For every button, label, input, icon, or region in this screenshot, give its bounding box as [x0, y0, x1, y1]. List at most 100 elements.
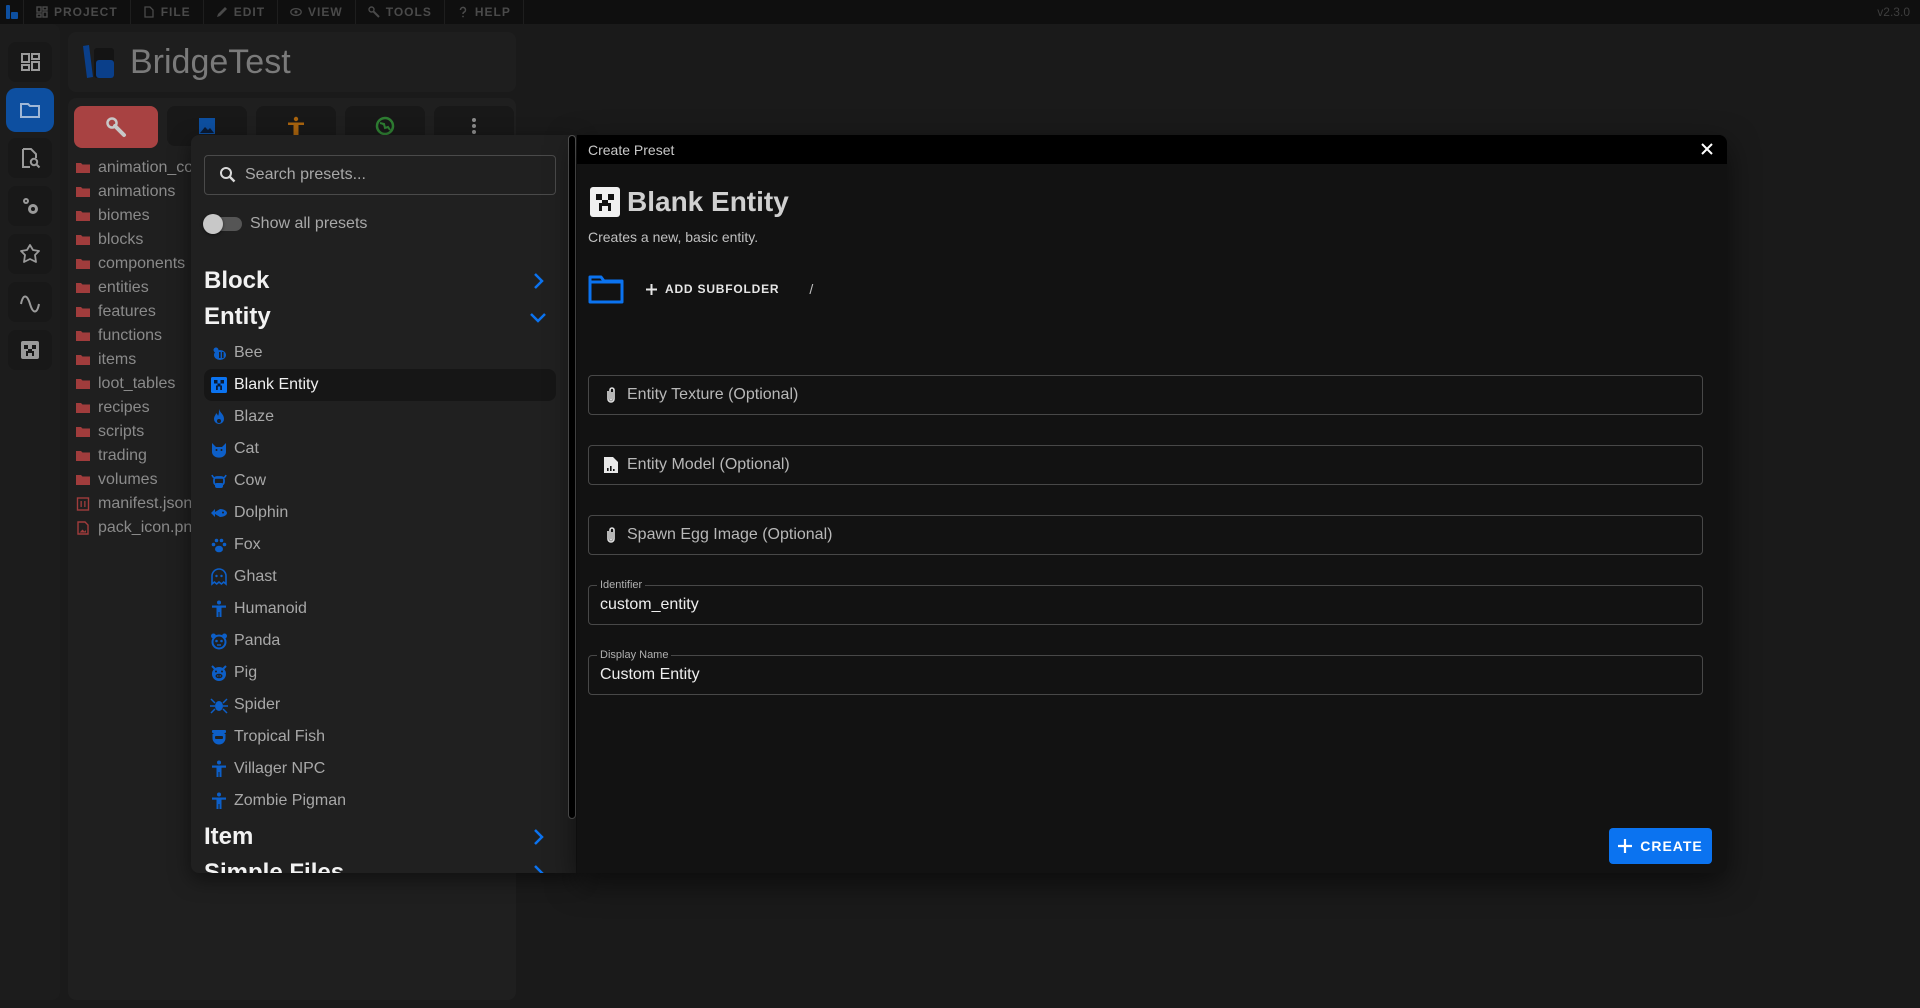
question-icon — [459, 6, 467, 18]
category-label: Entity — [204, 303, 271, 330]
spawn-egg-image-input[interactable]: Spawn Egg Image (Optional) — [588, 515, 1703, 555]
preset-list-scrollbar[interactable] — [568, 135, 576, 819]
close-button[interactable] — [1699, 141, 1715, 157]
preset-item[interactable]: Humanoid — [204, 593, 556, 625]
preset-item[interactable]: Pig — [204, 657, 556, 689]
category-label: Block — [204, 267, 270, 294]
search-presets-input[interactable] — [245, 166, 545, 184]
fishbowl-icon — [212, 730, 226, 745]
preset-item-label: Blank Entity — [234, 376, 319, 393]
preset-item-label: Cat — [234, 440, 259, 457]
preset-item[interactable]: Spider — [204, 689, 556, 721]
display-name-field: Display Name — [588, 649, 1703, 695]
sidebar-item-minecraft[interactable] — [8, 330, 52, 370]
folder-icon — [76, 283, 90, 293]
search-box[interactable] — [204, 155, 556, 195]
preset-item-label: Panda — [234, 632, 281, 649]
identifier-field: Identifier — [588, 579, 1703, 625]
menu-tools[interactable]: TOOLS — [356, 0, 445, 24]
add-subfolder-button[interactable]: ADD SUBFOLDER — [646, 282, 779, 296]
category-block[interactable]: Block — [204, 263, 556, 299]
preset-item-label: Blaze — [234, 408, 275, 425]
file-name: volumes — [98, 471, 158, 488]
preset-item[interactable]: Cat — [204, 433, 556, 465]
file-name: recipes — [98, 399, 150, 416]
creeper-icon — [211, 377, 227, 393]
preset-item[interactable]: Panda — [204, 625, 556, 657]
menu-edit-label: EDIT — [233, 5, 266, 19]
file-name: features — [98, 303, 156, 320]
humanoid-icon — [288, 116, 304, 135]
display-name-label: Display Name — [597, 649, 672, 661]
folder-icon — [76, 235, 90, 245]
project-header[interactable]: BridgeTest — [68, 32, 516, 92]
entity-model-input[interactable]: Entity Model (Optional) — [588, 445, 1703, 485]
folder-icon — [76, 211, 90, 221]
folder-icon — [20, 103, 40, 118]
sidebar-item-dashboard[interactable] — [8, 42, 52, 82]
file-name: components — [98, 255, 186, 272]
sidebar-item-explorer[interactable] — [6, 88, 54, 132]
gears-icon — [23, 198, 38, 214]
menu-help[interactable]: HELP — [445, 0, 524, 24]
display-name-input[interactable] — [600, 666, 1690, 684]
preset-item[interactable]: Dolphin — [204, 497, 556, 529]
fish-icon — [211, 509, 227, 517]
preset-item[interactable]: Tropical Fish — [204, 721, 556, 753]
ghost-icon — [211, 568, 227, 586]
wrench-icon — [106, 117, 126, 137]
tab-behavior-pack[interactable] — [74, 106, 158, 148]
preset-item[interactable]: Blank Entity — [204, 369, 556, 401]
identifier-input[interactable] — [600, 596, 1690, 614]
menu-file[interactable]: FILE — [131, 0, 204, 24]
category-entity[interactable]: Entity — [204, 299, 556, 335]
paperclip-icon — [607, 387, 615, 403]
file-name: pack_icon.png — [98, 519, 202, 536]
create-preset-dialog: Create Preset Blank Entity Creates a new… — [577, 135, 1727, 873]
preset-item[interactable]: Villager NPC — [204, 753, 556, 785]
plus-icon — [1618, 839, 1633, 853]
category-simple-files[interactable]: Simple Files — [204, 855, 556, 873]
preset-item[interactable]: Bee — [204, 337, 556, 369]
menu-project[interactable]: PROJECT — [24, 0, 131, 24]
create-button[interactable]: CREATE — [1609, 828, 1712, 864]
sidebar-item-extensions[interactable] — [8, 234, 52, 274]
preset-item-label: Ghast — [234, 568, 277, 585]
menu-view[interactable]: VIEW — [278, 0, 356, 24]
preset-item[interactable]: Ghast — [204, 561, 556, 593]
preset-item-label: Spider — [234, 696, 281, 713]
file-name: items — [98, 351, 137, 368]
humanoid-icon — [212, 792, 226, 809]
preset-item[interactable]: Blaze — [204, 401, 556, 433]
menu-project-label: PROJECT — [54, 5, 118, 19]
preset-item[interactable]: Zombie Pigman — [204, 785, 556, 817]
json-file-icon — [76, 497, 90, 511]
sidebar-item-animations[interactable] — [8, 282, 52, 322]
sidebar-item-settings[interactable] — [8, 186, 52, 226]
entity-texture-label: Entity Texture (Optional) — [627, 386, 799, 403]
folder-icon — [76, 403, 90, 413]
search-icon — [220, 167, 236, 183]
show-all-presets-toggle[interactable] — [203, 214, 242, 234]
close-icon — [1701, 143, 1713, 155]
toggle-knob — [203, 214, 223, 234]
preset-item-label: Villager NPC — [234, 760, 326, 777]
pencil-icon — [216, 7, 227, 17]
sidebar-item-file-search[interactable] — [8, 138, 52, 178]
chevron-right-icon — [534, 273, 544, 289]
menu-edit[interactable]: EDIT — [204, 0, 279, 24]
preset-item[interactable]: Fox — [204, 529, 556, 561]
fire-icon — [214, 409, 224, 424]
category-item[interactable]: Item — [204, 819, 556, 855]
folder-icon[interactable] — [588, 274, 624, 304]
file-name: blocks — [98, 231, 144, 248]
file-name: animations — [98, 183, 176, 200]
folder-icon — [76, 307, 90, 317]
entity-texture-input[interactable]: Entity Texture (Optional) — [588, 375, 1703, 415]
file-name: manifest.json — [98, 495, 193, 512]
folder-icon — [76, 187, 90, 197]
folder-icon — [76, 451, 90, 461]
preset-item[interactable]: Cow — [204, 465, 556, 497]
image-file-icon — [77, 521, 89, 535]
file-search-icon — [22, 148, 41, 169]
